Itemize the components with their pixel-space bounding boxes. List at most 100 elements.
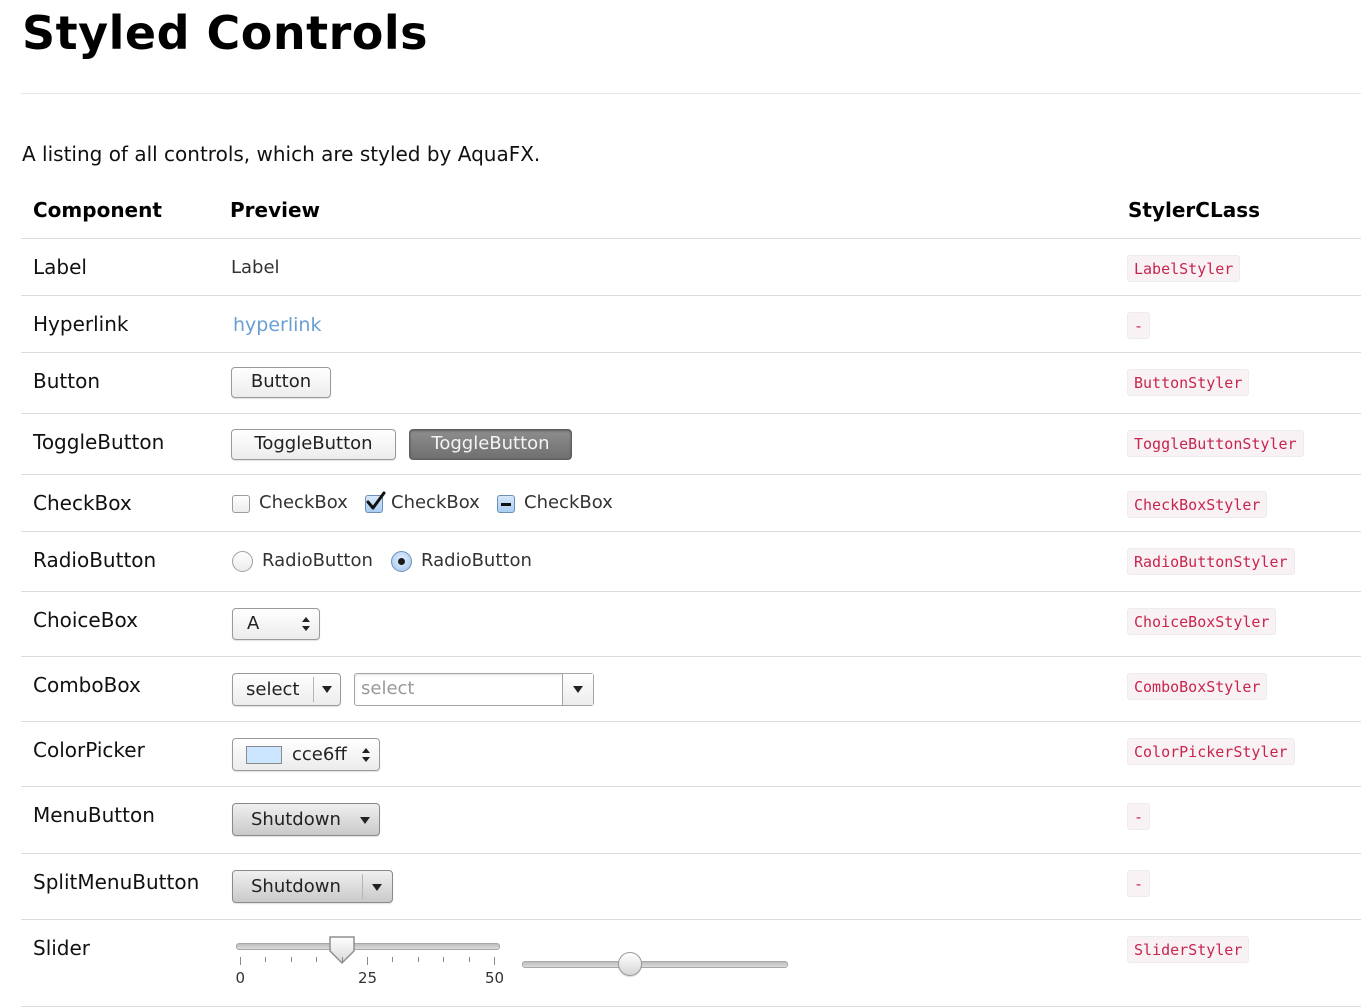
tick-label: 25 — [358, 969, 378, 987]
minor-tick — [316, 957, 318, 962]
tick-label: 0 — [235, 969, 246, 987]
major-tick — [494, 957, 495, 965]
header-component: Component — [33, 198, 162, 222]
editable-combo-box[interactable]: select — [354, 673, 594, 706]
styler-class-code: ColorPickerStyler — [1127, 738, 1295, 765]
slider-thumb[interactable] — [618, 952, 642, 976]
table-row-togglebutton: ToggleButton ToggleButton ToggleButton T… — [21, 414, 1361, 475]
combo-arrow-button[interactable] — [562, 674, 593, 705]
styler-class-code: ButtonStyler — [1127, 369, 1250, 396]
styler-class-code: - — [1127, 312, 1151, 339]
checkbox-unchecked[interactable] — [232, 495, 250, 513]
checkbox-checked[interactable] — [365, 491, 386, 513]
combo-placeholder: select — [361, 678, 415, 699]
table-row-radiobutton: RadioButton RadioButton RadioButton Radi… — [21, 532, 1361, 592]
styler-class-code: ToggleButtonStyler — [1127, 430, 1304, 457]
table-row-colorpicker: ColorPicker cce6ff ColorPickerStyler — [21, 722, 1361, 787]
major-tick — [240, 957, 241, 965]
dropdown-arrow-icon — [372, 884, 382, 891]
table-row-choicebox: ChoiceBox A ChoiceBoxStyler — [21, 592, 1361, 657]
table-row-label: Label Label LabelStyler — [21, 239, 1361, 296]
table-row-splitmenubutton: SplitMenuButton Shutdown - — [21, 854, 1361, 920]
controls-table: Component Preview StylerCLass Label Labe… — [21, 184, 1361, 1007]
choice-box[interactable]: A — [232, 608, 320, 640]
minus-icon — [501, 503, 511, 506]
preview-button[interactable]: Button — [231, 367, 331, 398]
checkmark-icon — [366, 491, 386, 510]
styler-class-code: CheckBoxStyler — [1127, 491, 1268, 518]
tick-slider[interactable]: 0 25 50 — [235, 936, 504, 1000]
styler-class-code: SliderStyler — [1127, 936, 1250, 963]
table-row-checkbox: CheckBox CheckBox CheckBox CheckBox Chec… — [21, 475, 1361, 532]
split-menu-button-label: Shutdown — [251, 876, 341, 897]
page: Styled Controls A listing of all control… — [0, 0, 1361, 1007]
component-name: Label — [33, 255, 87, 279]
component-name: Hyperlink — [33, 312, 129, 336]
title-divider — [21, 93, 1361, 94]
component-name: ColorPicker — [33, 738, 145, 762]
color-picker[interactable]: cce6ff — [232, 738, 380, 771]
combo-box[interactable]: select — [232, 673, 341, 706]
combo-separator — [313, 677, 314, 702]
table-row-slider: Slider 0 25 50 SliderStyler — [21, 920, 1361, 1007]
minor-tick — [417, 957, 419, 962]
dropdown-arrow-icon — [322, 686, 332, 693]
updown-arrows-icon — [362, 748, 370, 762]
minor-tick — [341, 957, 343, 962]
component-name: ToggleButton — [33, 430, 165, 454]
menu-button[interactable]: Shutdown — [232, 803, 380, 836]
checkbox-label: CheckBox — [391, 492, 480, 513]
table-row-combobox: ComboBox select select ComboBoxStyler — [21, 657, 1361, 722]
component-name: Button — [33, 369, 100, 393]
toggle-button-unselected[interactable]: ToggleButton — [231, 429, 396, 460]
split-menu-button[interactable]: Shutdown — [232, 870, 393, 903]
checkbox-indeterminate[interactable] — [497, 495, 515, 513]
major-tick — [367, 957, 368, 965]
styler-class-code: ChoiceBoxStyler — [1127, 608, 1277, 635]
minor-tick — [265, 957, 267, 962]
intro-text: A listing of all controls, which are sty… — [22, 142, 541, 166]
table-row-hyperlink: Hyperlink hyperlink - — [21, 296, 1361, 353]
dropdown-arrow-icon — [360, 817, 370, 824]
tick-label: 50 — [485, 969, 505, 987]
minor-tick — [290, 957, 292, 962]
toggle-button-selected[interactable]: ToggleButton — [409, 429, 572, 460]
table-row-menubutton: MenuButton Shutdown - — [21, 787, 1361, 854]
header-styler-class: StylerCLass — [1128, 198, 1261, 222]
component-name: ChoiceBox — [33, 608, 138, 632]
combo-value: select — [246, 679, 300, 700]
styler-class-code: - — [1127, 870, 1151, 897]
styler-class-code: RadioButtonStyler — [1127, 548, 1295, 575]
styler-class-code: - — [1127, 803, 1151, 830]
header-preview: Preview — [230, 198, 321, 222]
radio-label: RadioButton — [421, 550, 532, 571]
table-row-button: Button Button ButtonStyler — [21, 353, 1361, 414]
checkbox-label: CheckBox — [259, 492, 348, 513]
page-title: Styled Controls — [22, 6, 429, 60]
minor-tick — [468, 957, 470, 962]
radio-unselected[interactable] — [232, 551, 253, 572]
styler-class-code: ComboBoxStyler — [1127, 673, 1268, 700]
minor-tick — [392, 957, 394, 962]
menu-button-label: Shutdown — [251, 809, 341, 830]
choice-value: A — [247, 613, 260, 634]
split-separator — [362, 874, 363, 899]
component-name: CheckBox — [33, 491, 132, 515]
component-name: Slider — [33, 936, 91, 960]
slider-track — [522, 961, 788, 968]
table-header: Component Preview StylerCLass — [21, 184, 1361, 239]
dropdown-arrow-icon — [573, 686, 583, 693]
radio-label: RadioButton — [262, 550, 373, 571]
updown-arrows-icon — [302, 617, 310, 631]
component-name: RadioButton — [33, 548, 157, 572]
checkbox-label: CheckBox — [524, 492, 613, 513]
radio-dot-icon — [398, 558, 405, 565]
styler-class-code: LabelStyler — [1127, 255, 1241, 282]
preview-hyperlink[interactable]: hyperlink — [233, 314, 321, 336]
component-name: SplitMenuButton — [33, 870, 200, 894]
plain-slider[interactable] — [522, 940, 788, 980]
preview-label: Label — [231, 257, 280, 278]
radio-selected[interactable] — [391, 551, 412, 572]
component-name: ComboBox — [33, 673, 141, 697]
minor-tick — [443, 957, 445, 962]
